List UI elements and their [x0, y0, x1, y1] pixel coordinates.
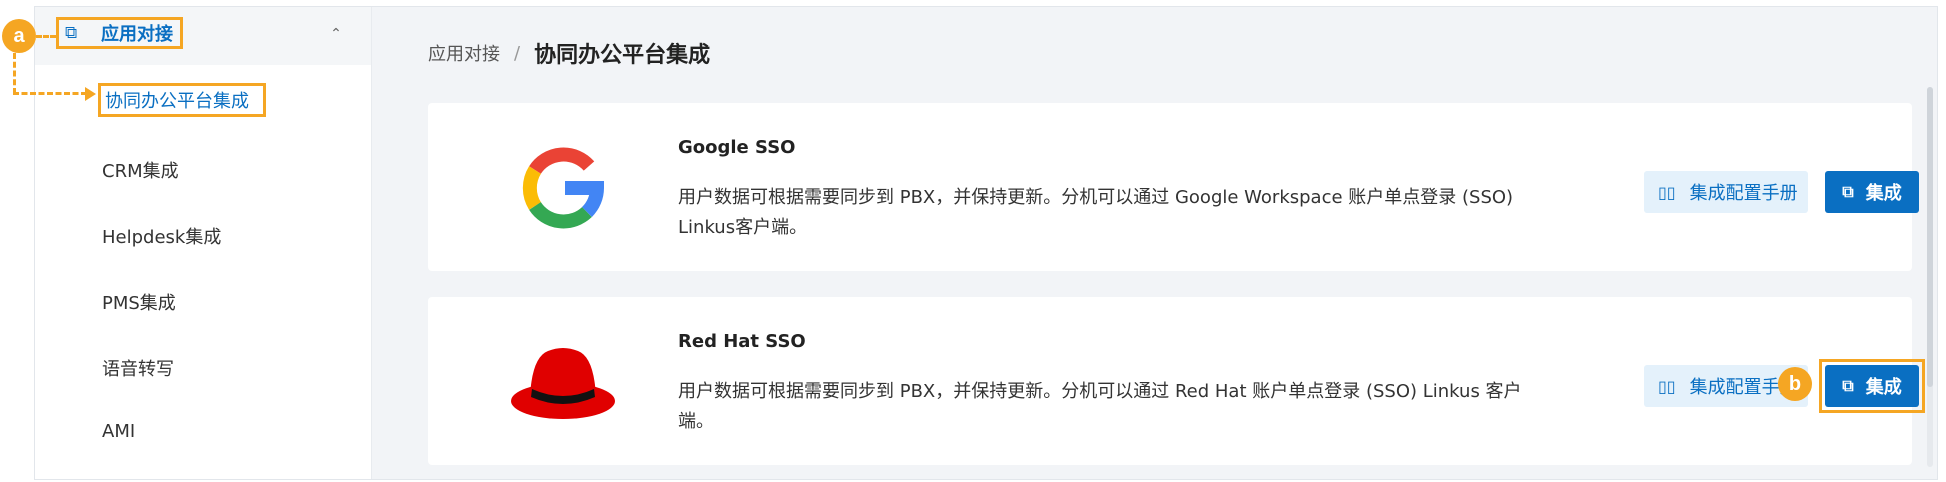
card-title: Red Hat SSO	[678, 331, 806, 352]
annotation-connector	[13, 92, 87, 95]
sidebar-item-ami[interactable]: AMI	[102, 421, 135, 442]
manual-button[interactable]: ▯▯ 集成配置手册	[1644, 171, 1808, 213]
sidebar-item-pms[interactable]: PMS集成	[102, 289, 176, 315]
scrollbar[interactable]	[1927, 87, 1933, 467]
book-icon: ▯▯	[1658, 182, 1676, 202]
copy-icon: ⧉	[65, 23, 78, 43]
card-description-line: 用户数据可根据需要同步到 PBX，并保持更新。分机可以通过 Google Wor…	[678, 187, 1514, 208]
integrate-button-highlight	[1819, 359, 1925, 413]
card-description: 用户数据可根据需要同步到 PBX，并保持更新。分机可以通过 Red Hat 账户…	[678, 377, 1568, 437]
integration-card-redhat: Red Hat SSO 用户数据可根据需要同步到 PBX，并保持更新。分机可以通…	[428, 297, 1925, 465]
integration-card-google: Google SSO 用户数据可根据需要同步到 PBX，并保持更新。分机可以通过…	[428, 103, 1919, 271]
sidebar-group-header[interactable]: ⧉ 应用对接 ⌃	[35, 7, 371, 65]
book-icon: ▯▯	[1658, 376, 1676, 396]
integrate-button-label: 集成	[1865, 183, 1902, 204]
sidebar-item-crm[interactable]: CRM集成	[102, 157, 179, 183]
sidebar-item-transcription[interactable]: 语音转写	[102, 355, 174, 381]
copy-icon: ⧉	[1842, 182, 1854, 201]
breadcrumb-separator: /	[514, 42, 521, 64]
card-description-line: Linkus客户端。	[678, 217, 808, 238]
card-description-line: 用户数据可根据需要同步到 PBX，并保持更新。分机可以通过 Red Hat 账户…	[678, 381, 1522, 402]
manual-button-label: 集成配置手册	[1689, 183, 1798, 204]
card-description: 用户数据可根据需要同步到 PBX，并保持更新。分机可以通过 Google Wor…	[678, 183, 1568, 243]
sidebar: ⧉ 应用对接 ⌃ 协同办公平台集成 CRM集成 Helpdesk集成 PMS集成…	[35, 7, 372, 479]
sidebar-group-label: 应用对接	[101, 24, 173, 45]
chevron-up-icon[interactable]: ⌃	[329, 27, 343, 41]
sidebar-group-highlight: ⧉ 应用对接	[56, 17, 183, 49]
annotation-connector	[36, 35, 56, 38]
card-description-line: 端。	[678, 411, 714, 432]
breadcrumb: 应用对接 / 协同办公平台集成	[428, 37, 710, 69]
integrate-button[interactable]: ⧉ 集成	[1825, 171, 1919, 213]
annotation-badge-b: b	[1778, 367, 1812, 401]
main-content: 应用对接 / 协同办公平台集成 Google SSO 用户数据可根据需要同步到 …	[372, 7, 1937, 479]
google-logo-icon	[522, 147, 605, 229]
annotation-connector	[13, 53, 16, 94]
sidebar-item-collab-platform[interactable]: 协同办公平台集成	[98, 83, 266, 117]
page-title: 协同办公平台集成	[534, 43, 711, 68]
scrollbar-thumb[interactable]	[1927, 87, 1933, 387]
redhat-logo-icon	[511, 348, 615, 419]
card-title: Google SSO	[678, 137, 796, 158]
breadcrumb-parent[interactable]: 应用对接	[428, 40, 500, 66]
sidebar-item-helpdesk[interactable]: Helpdesk集成	[102, 223, 221, 249]
app-frame: ⧉ 应用对接 ⌃ 协同办公平台集成 CRM集成 Helpdesk集成 PMS集成…	[34, 6, 1938, 480]
annotation-badge-a: a	[2, 19, 36, 53]
annotation-arrow-icon	[85, 87, 96, 101]
